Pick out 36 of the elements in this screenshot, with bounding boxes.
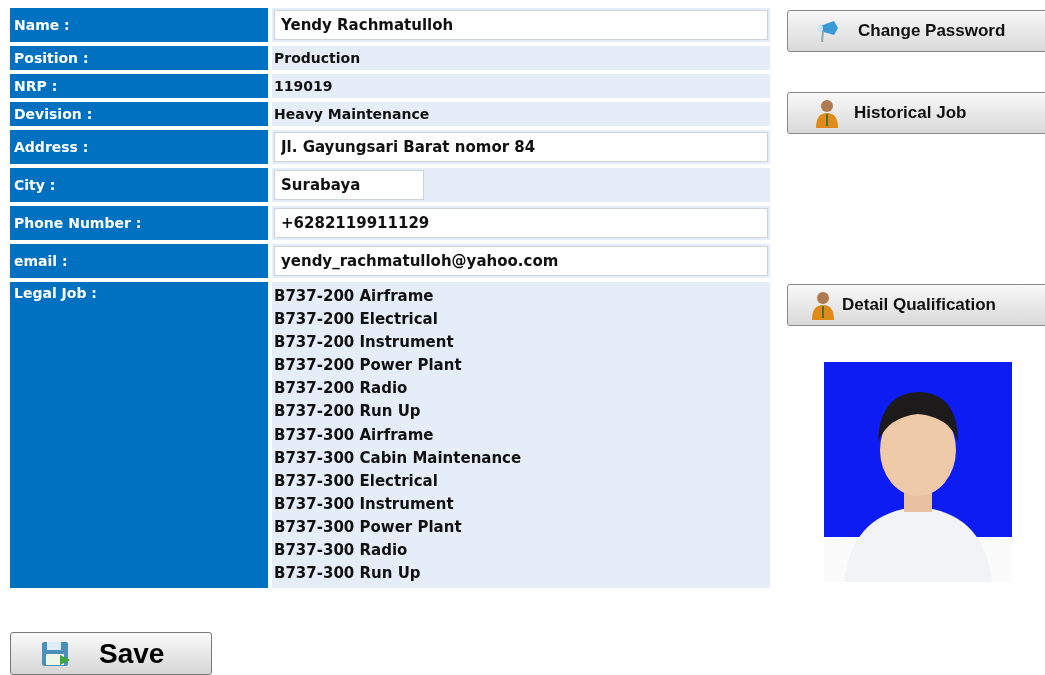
person-icon (810, 290, 836, 320)
person-icon (814, 98, 840, 128)
job-item: B737-200 Power Plant (274, 355, 462, 377)
job-item: B737-300 Run Up (274, 563, 421, 585)
input-field[interactable]: yendy_rachmatulloh@yahoo.com (274, 246, 768, 276)
job-item: B737-300 Instrument (274, 493, 454, 515)
input-field[interactable]: Jl. Gayungsari Barat nomor 84 (274, 132, 768, 162)
field-label: Phone Number : (10, 206, 268, 240)
field-label: Name : (10, 8, 268, 42)
input-field[interactable]: Surabaya (274, 170, 424, 200)
field-label: Address : (10, 130, 268, 164)
input-field[interactable]: +6282119911129 (274, 208, 768, 238)
field-label: NRP : (10, 74, 268, 98)
job-item: B737-200 Electrical (274, 309, 438, 331)
side-button[interactable]: Change Password (787, 10, 1045, 52)
job-item: B737-300 Radio (274, 540, 408, 562)
side-button[interactable]: Detail Qualification (787, 284, 1045, 326)
side-button[interactable]: Historical Job (787, 92, 1045, 134)
job-item: B737-300 Power Plant (274, 516, 462, 538)
field-value: Heavy Maintenance (274, 106, 430, 122)
job-item: B737-300 Electrical (274, 470, 438, 492)
field-label: Position : (10, 46, 268, 70)
job-item: B737-200 Instrument (274, 332, 454, 354)
job-item: B737-200 Run Up (274, 401, 421, 423)
job-item: B737-200 Airframe (274, 286, 434, 307)
field-value: Production (274, 50, 361, 66)
input-field[interactable]: Yendy Rachmatulloh (274, 10, 768, 40)
field-label: Legal Job : (10, 282, 268, 589)
job-item: B737-300 Cabin Maintenance (274, 447, 522, 469)
field-label: City : (10, 168, 268, 202)
field-label: email : (10, 244, 268, 278)
field-label: Devision : (10, 102, 268, 126)
job-item: B737-200 Radio (274, 378, 408, 400)
field-value: 119019 (274, 78, 333, 94)
save-button[interactable]: Save (10, 632, 212, 675)
job-item: B737-300 Airframe (274, 424, 434, 446)
